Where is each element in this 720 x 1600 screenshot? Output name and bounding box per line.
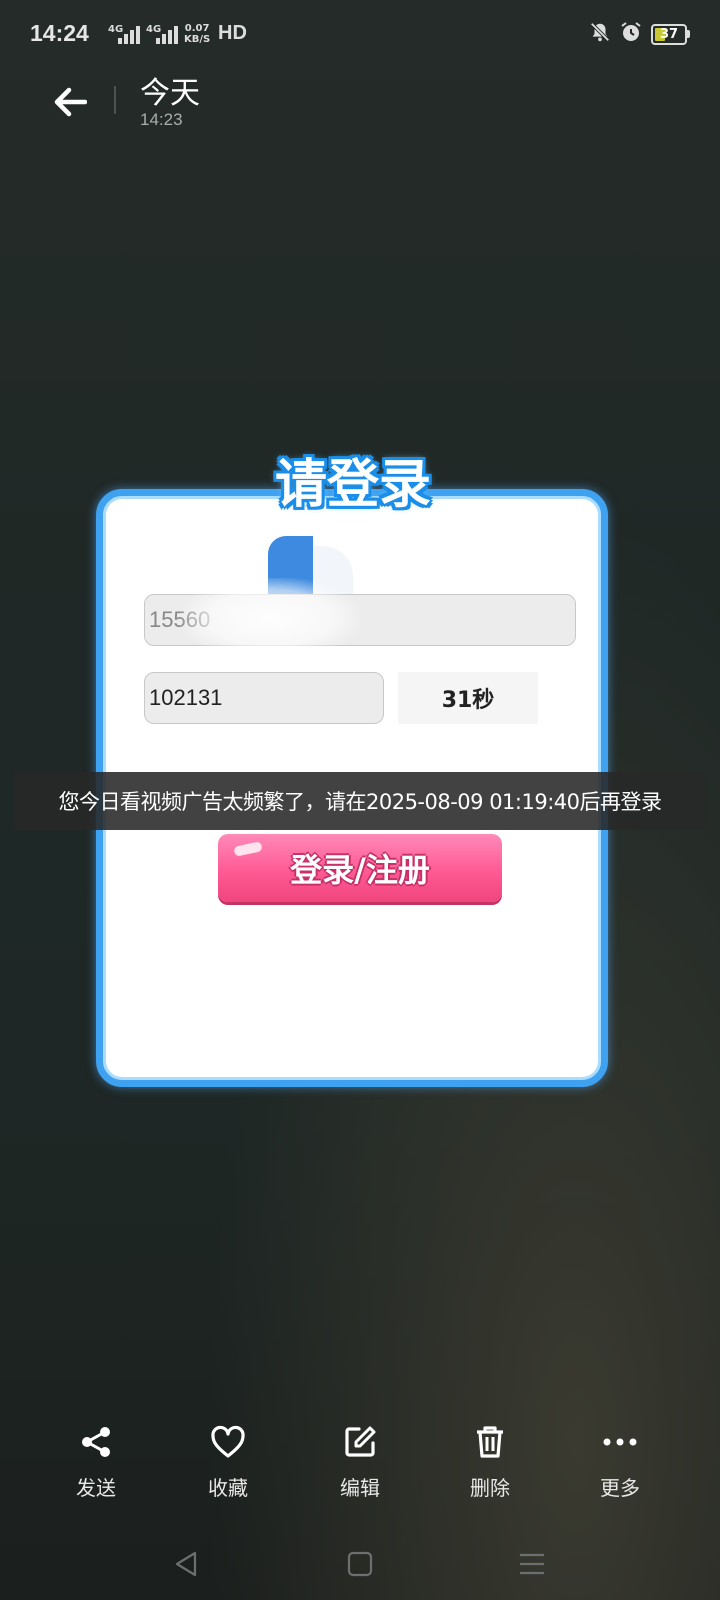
nav-back-button[interactable] bbox=[166, 1544, 206, 1584]
network-speed: 0.07 KB/S bbox=[184, 23, 211, 45]
hd-indicator: HD bbox=[218, 22, 247, 44]
back-button[interactable] bbox=[48, 80, 92, 124]
alarm-icon bbox=[619, 20, 643, 48]
share-icon bbox=[82, 1427, 110, 1457]
status-time: 14:24 bbox=[30, 20, 89, 46]
share-button[interactable]: 发送 bbox=[46, 1420, 146, 1501]
toast-message: 您今日看视频广告太频繁了，请在2025-08-09 01:19:40后再登录 bbox=[14, 772, 706, 830]
home-square-icon bbox=[347, 1551, 373, 1577]
arrow-left-icon bbox=[54, 87, 87, 117]
dialog-title: 请登录 bbox=[274, 455, 431, 515]
login-button-label: 登录/注册 bbox=[290, 851, 430, 889]
delete-button[interactable]: 删除 bbox=[440, 1420, 540, 1501]
nav-menu-button[interactable] bbox=[512, 1544, 552, 1584]
heart-icon bbox=[211, 1425, 245, 1458]
back-triangle-icon bbox=[175, 1551, 197, 1577]
more-button[interactable]: 更多 bbox=[570, 1420, 670, 1501]
more-icon bbox=[603, 1438, 637, 1446]
system-nav-bar bbox=[0, 1530, 720, 1600]
header-title: 今天 bbox=[140, 76, 200, 111]
header-divider bbox=[114, 86, 116, 114]
signal-icon-2 bbox=[156, 26, 178, 44]
signal-icon-1 bbox=[118, 26, 140, 44]
more-label: 更多 bbox=[600, 1476, 640, 1500]
battery-level: 37 bbox=[659, 26, 679, 42]
share-label: 发送 bbox=[76, 1476, 116, 1500]
trash-icon bbox=[477, 1426, 503, 1458]
nav-home-button[interactable] bbox=[340, 1544, 380, 1584]
resend-countdown[interactable]: 31秒 bbox=[398, 672, 538, 724]
action-bar: 发送 收藏 编辑 删除 更多 bbox=[0, 1420, 720, 1530]
delete-label: 删除 bbox=[470, 1476, 510, 1500]
battery-icon: 37 bbox=[651, 23, 690, 45]
favorite-label: 收藏 bbox=[208, 1476, 248, 1500]
edit-button[interactable]: 编辑 bbox=[310, 1420, 410, 1501]
edit-icon bbox=[345, 1426, 376, 1457]
code-value: 102131 bbox=[149, 685, 223, 710]
menu-lines-icon bbox=[520, 1553, 544, 1575]
status-bar: 14:24 4G 4G 0.07 KB/S HD 37 bbox=[0, 0, 720, 72]
verification-code-input[interactable]: 102131 bbox=[144, 672, 384, 724]
mute-bell-icon bbox=[589, 21, 611, 47]
edit-label: 编辑 bbox=[340, 1476, 380, 1500]
login-register-button[interactable]: 登录/注册 bbox=[218, 834, 502, 902]
top-header: 今天 14:23 bbox=[0, 72, 720, 142]
header-timestamp: 14:23 bbox=[140, 110, 183, 129]
favorite-button[interactable]: 收藏 bbox=[178, 1420, 278, 1501]
redaction-blur bbox=[180, 578, 360, 658]
